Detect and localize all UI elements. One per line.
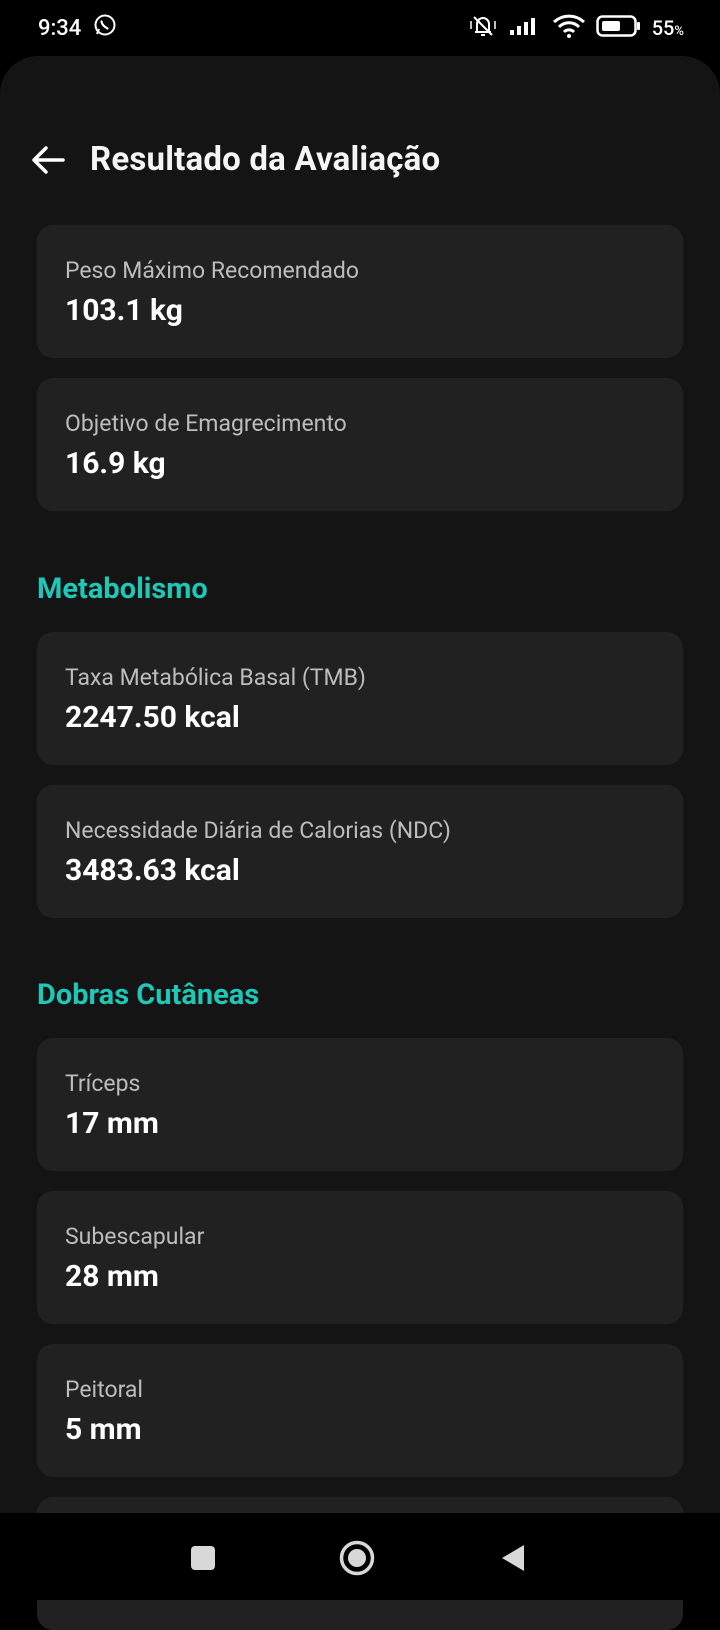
card-value: 103.1 kg: [65, 293, 183, 328]
card-label: Peitoral: [65, 1376, 144, 1403]
battery-level: 55%: [651, 16, 684, 40]
card-label: Necessidade Diária de Calorias (NDC): [65, 817, 451, 844]
card-peitoral: Peitoral 5 mm: [37, 1344, 683, 1477]
card-value: 5 mm: [65, 1412, 142, 1447]
card-value: 28 mm: [65, 1259, 159, 1294]
back-triangle-icon: [502, 1545, 524, 1571]
status-left: 9:34: [38, 13, 117, 43]
card-label: Objetivo de Emagrecimento: [65, 410, 347, 437]
wifi-icon: [552, 13, 586, 44]
arrow-left-icon: [32, 146, 65, 174]
back-button[interactable]: [22, 134, 74, 186]
battery-icon: [595, 14, 642, 42]
status-time: 9:34: [38, 15, 82, 41]
status-right: 55%: [468, 13, 684, 44]
mute-icon: [468, 13, 498, 44]
card-objetivo-emagrecimento: Objetivo de Emagrecimento 16.9 kg: [37, 378, 683, 511]
card-value: 2247.50 kcal: [65, 700, 240, 735]
signal-icon: [508, 15, 542, 42]
status-bar: 9:34 55%: [0, 0, 720, 56]
section-title-metabolismo: Metabolismo: [37, 572, 208, 606]
recents-square-icon: [191, 1546, 215, 1570]
card-label: Subescapular: [65, 1223, 205, 1250]
page-title: Resultado da Avaliação: [90, 140, 441, 179]
card-label: Peso Máximo Recomendado: [65, 257, 360, 284]
card-triceps: Tríceps 17 mm: [37, 1038, 683, 1171]
card-subescapular: Subescapular 28 mm: [37, 1191, 683, 1324]
recents-button[interactable]: [181, 1536, 225, 1580]
section-title-dobras: Dobras Cutâneas: [37, 978, 260, 1012]
home-button[interactable]: [335, 1536, 379, 1580]
home-circle-icon: [339, 1540, 375, 1576]
card-value: 16.9 kg: [65, 446, 166, 481]
nav-back-button[interactable]: [491, 1536, 535, 1580]
card-value: 17 mm: [65, 1106, 159, 1141]
card-tmb: Taxa Metabólica Basal (TMB) 2247.50 kcal: [37, 632, 683, 765]
card-label: Tríceps: [65, 1070, 141, 1097]
card-label: Taxa Metabólica Basal (TMB): [65, 664, 366, 691]
card-peso-maximo: Peso Máximo Recomendado 103.1 kg: [37, 225, 683, 358]
card-ndc: Necessidade Diária de Calorias (NDC) 348…: [37, 785, 683, 918]
card-value: 3483.63 kcal: [65, 853, 240, 888]
whatsapp-icon: [93, 13, 117, 43]
